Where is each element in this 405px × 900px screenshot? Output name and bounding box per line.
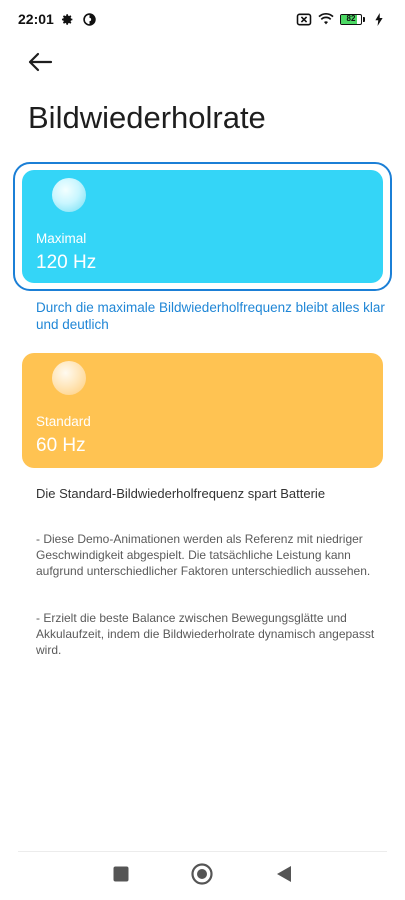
option-maximal-description: Durch die maximale Bildwiederholfrequenz…: [36, 300, 385, 332]
note-balance: - Erzielt die beste Balance zwischen Bew…: [36, 611, 375, 657]
option-standard-card[interactable]: Standard 60 Hz: [22, 353, 383, 468]
status-time: 22:01: [18, 11, 54, 27]
system-back-button[interactable]: [264, 858, 304, 894]
sim-error-icon: [296, 11, 312, 27]
nav-divider: [18, 851, 387, 852]
vpn-icon: [82, 11, 98, 27]
home-circle-icon: [191, 862, 214, 890]
recents-square-icon: [113, 866, 129, 887]
arrow-left-icon: [27, 52, 53, 77]
back-button[interactable]: [22, 48, 58, 80]
option-standard-value: 60 Hz: [36, 435, 86, 456]
gear-icon: [60, 11, 76, 27]
note-demo-animations: - Diese Demo-Animationen werden als Refe…: [36, 532, 371, 578]
option-maximal-label: Maximal: [36, 231, 87, 246]
charging-icon: [371, 11, 387, 27]
nav-bar: [0, 858, 405, 894]
recents-button[interactable]: [101, 858, 141, 894]
battery-level: 82: [346, 13, 356, 23]
option-maximal-value: 120 Hz: [36, 252, 97, 273]
option-maximal-card[interactable]: Maximal 120 Hz: [22, 170, 383, 283]
demo-ball: [52, 361, 86, 395]
page-title: Bildwiederholrate: [28, 100, 266, 135]
option-standard-label: Standard: [36, 414, 91, 429]
demo-ball: [52, 178, 86, 212]
status-bar: 22:01 82: [0, 0, 405, 38]
wifi-icon: [318, 11, 334, 27]
back-triangle-icon: [276, 865, 292, 888]
home-button[interactable]: [182, 858, 222, 894]
battery-icon: 82: [340, 13, 365, 25]
option-standard-description: Die Standard-Bildwiederholfrequenz spart…: [36, 486, 326, 501]
